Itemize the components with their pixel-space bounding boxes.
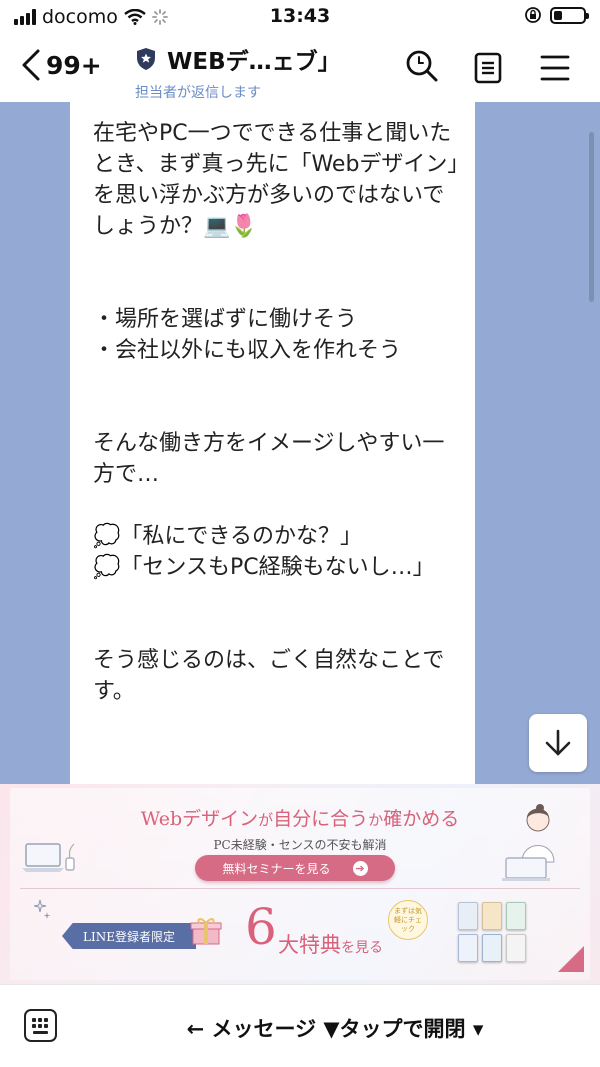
unread-count: 99+: [46, 50, 102, 80]
message-paragraph: 在宅やPC一つでできる仕事と聞いたとき、まず真っ先に「Webデザイン」を思い浮か…: [93, 121, 459, 239]
seminar-cta-button[interactable]: 無料セミナーを見る ➔: [195, 855, 395, 881]
message-paragraph: [93, 366, 463, 397]
message-paragraph: 💭「私にできるのかな？」 💭「センスもPC経験もないし…」: [93, 524, 435, 580]
banner-headline: Webデザインが自分に合うか確かめる: [140, 808, 460, 830]
search-icon[interactable]: [404, 48, 440, 84]
message-paragraph: [93, 614, 463, 645]
official-shield-icon: [137, 48, 155, 70]
message-paragraph: そう感じるのは、ごく自然なことです。: [93, 648, 445, 704]
arrow-right-icon: ➔: [352, 860, 368, 876]
scroll-down-button[interactable]: [529, 714, 587, 772]
banner-divider: [20, 888, 580, 889]
banner-corner-mark: [558, 946, 584, 972]
gift-icon: [190, 918, 222, 945]
notes-icon[interactable]: [473, 52, 503, 84]
rich-menu-banner[interactable]: Webデザインが自分に合うか確かめる PC未経験・センスの不安も解消 無料セミナ…: [0, 784, 600, 984]
book-thumbnail: [506, 902, 526, 930]
benefits-label: 大特典を見る: [278, 933, 383, 957]
chat-subtitle: 担当者が返信します: [135, 85, 261, 101]
message-paragraph: [93, 242, 463, 273]
chat-scrollbar[interactable]: [589, 132, 594, 302]
chat-header: 99+ WEBデ…ェブ」 担当者が返信します: [0, 34, 600, 102]
message-paragraph: [93, 490, 463, 521]
message-paragraph: そんな働き方をイメージしやすい一方で…: [93, 431, 445, 487]
book-thumbnail: [482, 934, 502, 962]
message-paragraph: [93, 273, 463, 304]
back-button[interactable]: 99+: [20, 48, 102, 82]
sparkle-icon: [34, 899, 51, 919]
status-bar: docomo 13:43: [0, 0, 600, 34]
six-benefits-number: 6: [245, 898, 277, 956]
menu-icon[interactable]: [540, 54, 570, 82]
book-thumbnail: [458, 902, 478, 930]
message-text: 在宅やPC一つでできる仕事と聞いたとき、まず真っ先に「Webデザイン」を思い浮か…: [93, 118, 463, 707]
message-paragraph: [93, 397, 463, 428]
bottom-bar: ← メッセージ ▼タップで開閉 ▾: [0, 984, 600, 1067]
chat-title-area[interactable]: WEBデ…ェブ」 担当者が返信します: [135, 42, 341, 102]
chat-title: WEBデ…ェブ」: [167, 49, 341, 75]
rich-menu-toggle[interactable]: ← メッセージ ▼タップで開閉 ▾: [0, 1013, 600, 1043]
chat-area[interactable]: 在宅やPC一つでできる仕事と聞いたとき、まず真っ先に「Webデザイン」を思い浮か…: [0, 102, 600, 784]
check-badge: まずは気軽にチェック: [388, 900, 428, 940]
book-thumbnail: [506, 934, 526, 962]
status-time: 13:43: [269, 5, 331, 27]
line-limited-ribbon: LINE登録者限定: [62, 923, 196, 949]
book-thumbnail: [482, 902, 502, 930]
battery-icon: [550, 6, 589, 24]
message-paragraph: ・場所を選ばずに働けそう ・会社以外にも収入を作れそう: [93, 307, 402, 363]
banner-subtext: PC未経験・センスの不安も解消: [213, 838, 387, 852]
message-paragraph: [93, 583, 463, 614]
status-right: [524, 6, 589, 24]
arrow-down-icon: [545, 729, 571, 756]
orientation-lock-icon: [525, 7, 541, 23]
seminar-cta-label: 無料セミナーを見る: [222, 861, 331, 876]
book-thumbnail: [458, 934, 478, 962]
chevron-left-icon: [22, 49, 40, 81]
